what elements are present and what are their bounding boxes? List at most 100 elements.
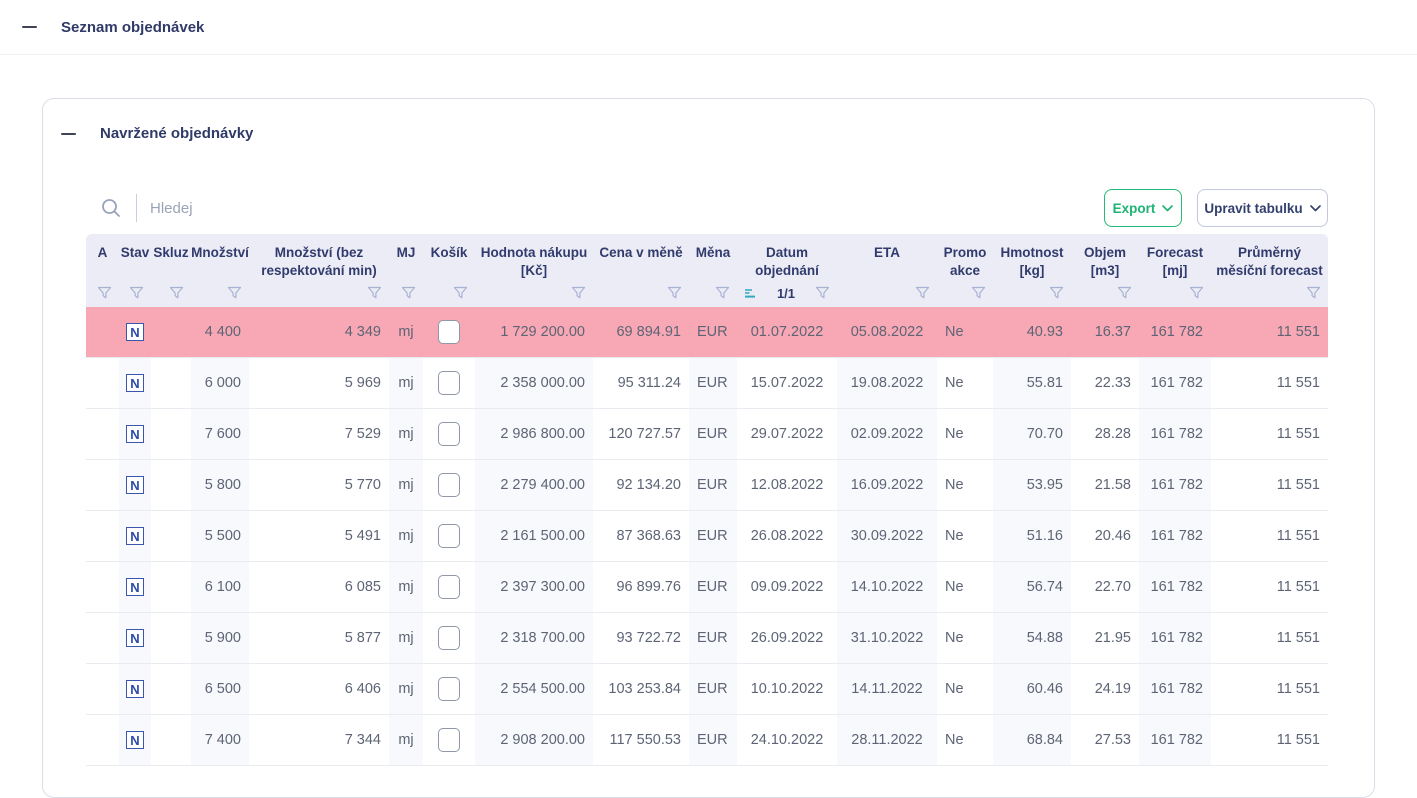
column-header-13[interactable]: Promo akce xyxy=(937,234,993,279)
cell-cena: 92 134.20 xyxy=(593,460,689,510)
filter-funnel-icon[interactable] xyxy=(97,286,112,300)
filter-cell-14 xyxy=(993,279,1071,307)
column-header-8[interactable]: Hodnota nákupu [Kč] xyxy=(475,234,593,279)
filter-funnel-icon[interactable] xyxy=(815,286,830,300)
column-header-16[interactable]: Forecast [mj] xyxy=(1139,234,1211,279)
table-row[interactable]: N6 5006 406mj2 554 500.00103 253.84EUR10… xyxy=(86,664,1328,715)
column-header-7[interactable]: Košík xyxy=(423,234,475,279)
filter-cell-15 xyxy=(1071,279,1139,307)
table-row[interactable]: N5 8005 770mj2 279 400.0092 134.20EUR12.… xyxy=(86,460,1328,511)
column-header-4[interactable]: Množství xyxy=(191,234,249,279)
filter-funnel-icon[interactable] xyxy=(715,286,730,300)
cell-prumerny: 11 551 xyxy=(1211,715,1328,765)
cell-hmotnost: 40.93 xyxy=(993,307,1071,357)
cell-prumerny: 11 551 xyxy=(1211,358,1328,408)
filter-cell-11: 1/1 xyxy=(737,279,837,307)
column-header-label: Objem [m3] xyxy=(1071,244,1139,279)
cell-mj: mj xyxy=(389,613,423,663)
column-header-10[interactable]: Měna xyxy=(689,234,737,279)
basket-checkbox[interactable] xyxy=(438,626,460,650)
filter-funnel-icon[interactable] xyxy=(1189,286,1204,300)
edit-table-button[interactable]: Upravit tabulku xyxy=(1197,189,1328,227)
cell-prumerny: 11 551 xyxy=(1211,511,1328,561)
status-n-icon: N xyxy=(126,680,144,698)
filter-funnel-icon[interactable] xyxy=(571,286,586,300)
column-header-label: Hmotnost [kg] xyxy=(993,244,1071,279)
sort-icon[interactable] xyxy=(744,288,757,299)
filter-funnel-icon[interactable] xyxy=(1117,286,1132,300)
table-row[interactable]: N5 9005 877mj2 318 700.0093 722.72EUR26.… xyxy=(86,613,1328,664)
filter-funnel-icon[interactable] xyxy=(129,286,144,300)
cell-prumerny: 11 551 xyxy=(1211,409,1328,459)
table-row[interactable]: N5 5005 491mj2 161 500.0087 368.63EUR26.… xyxy=(86,511,1328,562)
filter-cell-12 xyxy=(837,279,937,307)
cell-empty xyxy=(151,562,191,612)
cell-forecast: 161 782 xyxy=(1139,409,1211,459)
search-input[interactable] xyxy=(150,200,450,217)
cell-eta: 02.09.2022 xyxy=(837,409,937,459)
filter-funnel-icon[interactable] xyxy=(971,286,986,300)
table-row[interactable]: N7 4007 344mj2 908 200.00117 550.53EUR24… xyxy=(86,715,1328,766)
column-header-14[interactable]: Hmotnost [kg] xyxy=(993,234,1071,279)
cell-mnozstvi: 5 900 xyxy=(191,613,249,663)
orders-panel: Navržené objednávky Export xyxy=(42,98,1375,798)
column-header-label: Množství (bez respektování min) xyxy=(249,244,389,279)
cell-mena: EUR xyxy=(689,511,737,561)
table-row[interactable]: N7 6007 529mj2 986 800.00120 727.57EUR29… xyxy=(86,409,1328,460)
column-header-9[interactable]: Cena v měně xyxy=(593,234,689,279)
collapse-icon[interactable] xyxy=(22,26,37,28)
filter-funnel-icon[interactable] xyxy=(915,286,930,300)
cell-datum: 29.07.2022 xyxy=(737,409,837,459)
cell-empty xyxy=(151,460,191,510)
cell-stav: N xyxy=(119,409,151,459)
column-header-label: Datum objednání xyxy=(737,244,837,279)
cell-promo: Ne xyxy=(937,358,993,408)
status-n-icon: N xyxy=(126,578,144,596)
column-header-2[interactable]: Stav xyxy=(119,234,151,279)
filter-funnel-icon[interactable] xyxy=(367,286,382,300)
filter-funnel-icon[interactable] xyxy=(1049,286,1064,300)
filter-funnel-icon[interactable] xyxy=(667,286,682,300)
cell-empty xyxy=(151,307,191,357)
cell-objem: 22.70 xyxy=(1071,562,1139,612)
filter-cell-8 xyxy=(475,279,593,307)
column-header-12[interactable]: ETA xyxy=(837,234,937,279)
filter-funnel-icon[interactable] xyxy=(453,286,468,300)
filter-funnel-icon[interactable] xyxy=(1306,286,1321,300)
cell-empty xyxy=(86,460,119,510)
basket-checkbox[interactable] xyxy=(438,524,460,548)
table-row[interactable]: N4 4004 349mj1 729 200.0069 894.91EUR01.… xyxy=(86,307,1328,358)
table-row[interactable]: N6 1006 085mj2 397 300.0096 899.76EUR09.… xyxy=(86,562,1328,613)
column-header-11[interactable]: Datum objednání xyxy=(737,234,837,279)
column-header-17[interactable]: Průměrný měsíční forecast xyxy=(1211,234,1328,279)
cell-empty xyxy=(86,358,119,408)
cell-mj: mj xyxy=(389,511,423,561)
column-header-3[interactable]: Skluz xyxy=(151,234,191,279)
cell-mnozstvi_bez: 5 877 xyxy=(249,613,389,663)
cell-hmotnost: 70.70 xyxy=(993,409,1071,459)
column-header-5[interactable]: Množství (bez respektování min) xyxy=(249,234,389,279)
cell-stav: N xyxy=(119,460,151,510)
table-row[interactable]: N6 0005 969mj2 358 000.0095 311.24EUR15.… xyxy=(86,358,1328,409)
filter-funnel-icon[interactable] xyxy=(169,286,184,300)
export-button[interactable]: Export xyxy=(1104,189,1182,227)
basket-checkbox[interactable] xyxy=(438,422,460,446)
basket-checkbox[interactable] xyxy=(438,320,460,344)
panel-collapse-icon[interactable] xyxy=(61,133,76,135)
filter-funnel-icon[interactable] xyxy=(227,286,242,300)
column-header-1[interactable]: A xyxy=(86,234,119,279)
cell-eta: 05.08.2022 xyxy=(837,307,937,357)
cell-eta: 31.10.2022 xyxy=(837,613,937,663)
cell-empty xyxy=(86,409,119,459)
cell-hodnota: 2 554 500.00 xyxy=(475,664,593,714)
basket-checkbox[interactable] xyxy=(438,371,460,395)
basket-checkbox[interactable] xyxy=(438,473,460,497)
cell-mnozstvi: 6 100 xyxy=(191,562,249,612)
cell-mnozstvi_bez: 7 529 xyxy=(249,409,389,459)
basket-checkbox[interactable] xyxy=(438,677,460,701)
basket-checkbox[interactable] xyxy=(438,575,460,599)
column-header-6[interactable]: MJ xyxy=(389,234,423,279)
column-header-15[interactable]: Objem [m3] xyxy=(1071,234,1139,279)
filter-funnel-icon[interactable] xyxy=(401,286,416,300)
basket-checkbox[interactable] xyxy=(438,728,460,752)
